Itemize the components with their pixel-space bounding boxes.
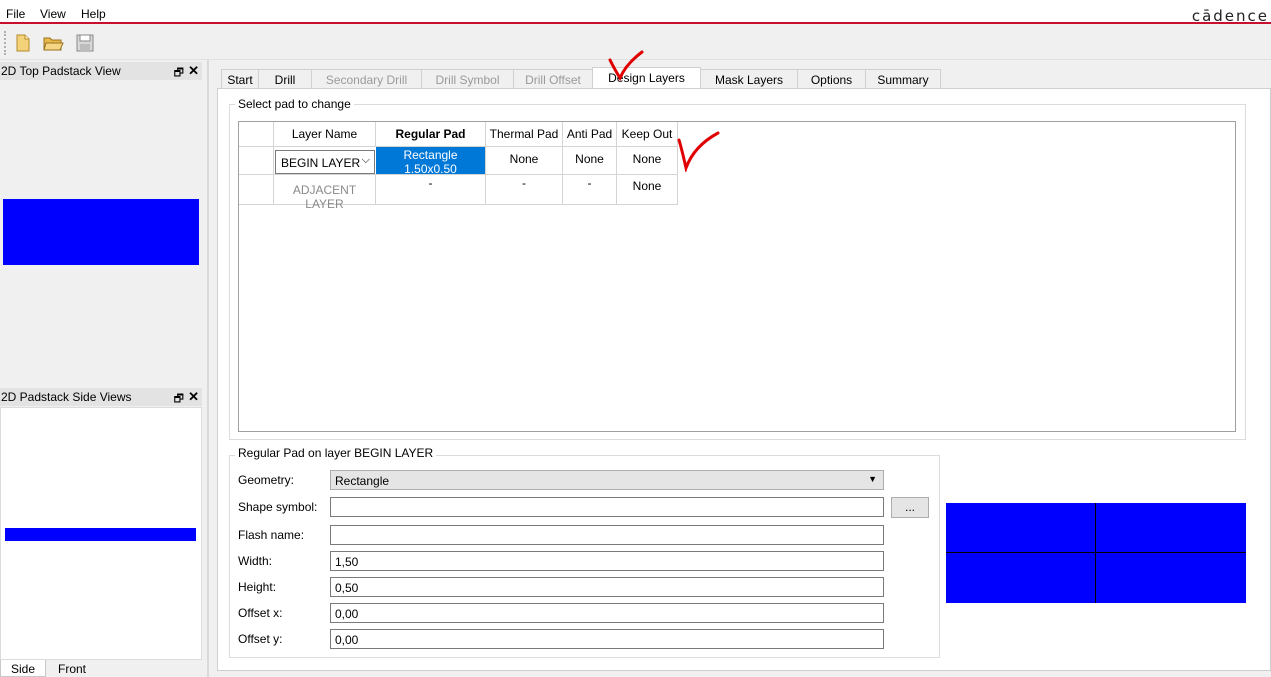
regular-pad-cell[interactable]: Rectangle 1.50x0.50 [376,147,486,176]
top-view-titlebar: 2D Top Padstack View 🗗 ✕ [0,62,202,80]
preview-crosshair-horizontal [946,552,1246,553]
dropdown-arrow-icon: ▼ [868,474,877,484]
toolbar-grip[interactable] [4,31,7,55]
offset-y-label: Offset y: [238,632,283,646]
properties-group-title: Regular Pad on layer BEGIN LAYER [235,446,437,460]
geometry-label: Geometry: [238,473,295,487]
pad-preview [946,503,1246,603]
anti-pad-cell[interactable]: - [563,175,617,205]
tab-drill[interactable]: Drill [258,69,312,89]
close-icon[interactable]: ✕ [188,389,199,405]
side-view-title: 2D Padstack Side Views [1,390,132,404]
side-view-titlebar: 2D Padstack Side Views 🗗 ✕ [0,388,202,406]
anti-pad-cell[interactable]: None [563,147,617,175]
tab-front[interactable]: Front [48,660,96,677]
column-header[interactable]: Regular Pad [376,122,486,147]
annotation-checkmark-icon [608,50,644,82]
shape-symbol-input[interactable] [330,497,884,517]
height-input[interactable]: 0,50 [330,577,884,597]
column-header[interactable]: Thermal Pad [486,122,563,147]
menu-bar: File View Help cādence [0,0,1271,25]
tab-side[interactable]: Side [0,660,47,677]
tab-summary[interactable]: Summary [865,69,941,89]
layer-name-cell[interactable]: ADJACENT LAYER [274,175,376,211]
preview-crosshair-vertical [1095,503,1096,603]
offset-x-input[interactable]: 0,00 [330,603,884,623]
shape-symbol-label: Shape symbol: [238,500,318,514]
top-view-title: 2D Top Padstack View [1,64,121,78]
thermal-pad-cell[interactable]: None [486,147,563,175]
height-label: Height: [238,580,277,594]
width-input[interactable]: 1,50 [330,551,884,571]
menu-view[interactable]: View [40,7,66,21]
pad-table: Layer Name Regular Pad Thermal Pad Anti … [238,121,1236,432]
row-header[interactable] [239,175,274,205]
open-folder-icon[interactable] [42,32,64,54]
offset-y-input[interactable]: 0,00 [330,629,884,649]
annotation-checkmark-icon [677,131,720,172]
dock-splitter[interactable] [207,60,209,677]
select-pad-group-title: Select pad to change [235,97,354,111]
keep-out-cell[interactable]: None [617,175,678,205]
top-padstack-view [0,80,202,385]
tab-start[interactable]: Start [221,69,259,89]
chevron-down-icon: ⌵ [361,154,370,166]
row-header[interactable] [239,147,274,175]
browse-button[interactable]: ... [891,497,929,518]
flash-name-input[interactable] [330,525,884,545]
offset-x-label: Offset x: [238,606,283,620]
layer-name-value: BEGIN LAYER [281,156,361,170]
table-row: BEGIN LAYER ⌵ [274,147,376,175]
width-label: Width: [238,554,273,568]
new-file-icon[interactable] [12,32,34,54]
menu-help[interactable]: Help [81,7,106,21]
column-header[interactable]: Layer Name [274,122,376,147]
geometry-value: Rectangle [335,474,390,488]
column-header[interactable]: Anti Pad [563,122,617,147]
cadence-logo: cādence [1191,7,1269,25]
side-view-pad-shape [5,528,196,541]
tab-mask-layers[interactable]: Mask Layers [700,69,798,89]
tab-secondary-drill[interactable]: Secondary Drill [311,69,422,89]
top-view-pad-shape [3,199,199,265]
table-corner [239,122,274,147]
side-padstack-view [0,407,202,660]
close-icon[interactable]: ✕ [188,63,199,79]
tab-drill-offset[interactable]: Drill Offset [513,69,593,89]
geometry-select[interactable]: Rectangle ▼ [330,470,884,490]
save-icon[interactable] [74,32,96,54]
keep-out-cell[interactable]: None [617,147,678,175]
layer-name-combobox[interactable]: BEGIN LAYER ⌵ [275,150,375,174]
tab-options[interactable]: Options [797,69,866,89]
column-header[interactable]: Keep Out [617,122,678,147]
thermal-pad-cell[interactable]: - [486,175,563,205]
regular-pad-cell[interactable]: - [376,175,486,205]
menu-file[interactable]: File [6,7,25,21]
flash-name-label: Flash name: [238,528,305,542]
side-view-tabs: Side Front [0,660,202,677]
tab-drill-symbol[interactable]: Drill Symbol [421,69,514,89]
